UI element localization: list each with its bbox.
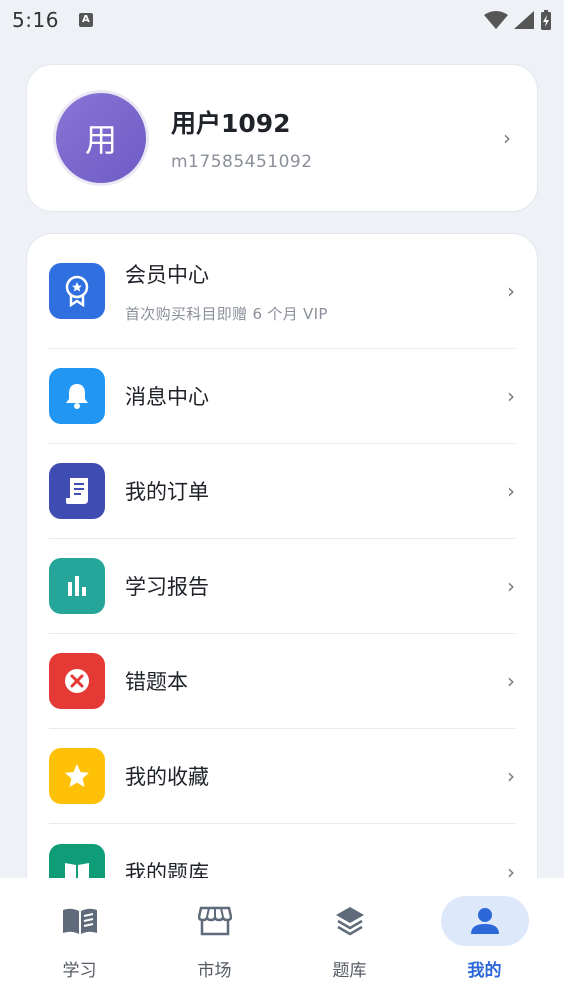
menu-card: 会员中心 首次购买科目即赠 6 个月 VIP › 消息中心 › 我的订单 › 学… [26, 233, 538, 913]
chevron-right-icon: › [507, 669, 515, 693]
nav-item-mine[interactable]: 我的 [435, 878, 535, 1004]
menu-label: 我的订单 [125, 480, 209, 504]
menu-item-messages[interactable]: 消息中心 › [49, 349, 515, 444]
battery-icon [541, 10, 551, 30]
layers-icon [335, 907, 364, 936]
menu-item-wrong-questions[interactable]: 错题本 › [49, 634, 515, 729]
menu-sublabel: 首次购买科目即赠 6 个月 VIP [125, 304, 328, 323]
menu-label: 我的收藏 [125, 765, 209, 789]
receipt-icon [49, 463, 105, 519]
status-time: 5:16 [12, 8, 59, 32]
store-icon [197, 906, 232, 936]
menu-item-study-report[interactable]: 学习报告 › [49, 539, 515, 634]
chevron-right-icon: › [507, 384, 515, 408]
award-icon [49, 263, 105, 319]
menu-label: 学习报告 [125, 575, 209, 599]
chevron-right-icon: › [507, 279, 515, 303]
chevron-right-icon: › [507, 574, 515, 598]
menu-label: 消息中心 [125, 385, 209, 409]
bottom-nav: 学习 市场 题库 我的 [0, 878, 564, 1004]
bell-icon [49, 368, 105, 424]
chevron-right-icon: › [503, 126, 511, 150]
user-account: m17585451092 [171, 152, 313, 172]
menu-label: 错题本 [125, 670, 188, 694]
book-open-icon [62, 908, 97, 934]
nav-item-question-bank[interactable]: 题库 [300, 878, 400, 1004]
menu-label: 会员中心 [125, 262, 209, 287]
menu-item-membership[interactable]: 会员中心 首次购买科目即赠 6 个月 VIP › [49, 234, 515, 349]
nav-label: 题库 [332, 961, 367, 981]
profile-card[interactable]: 用 用户1092 m17585451092 › [26, 64, 538, 212]
nav-item-study[interactable]: 学习 [30, 878, 130, 1004]
notification-a-icon: A [78, 13, 93, 27]
nav-item-market[interactable]: 市场 [165, 878, 265, 1004]
chevron-right-icon: › [507, 764, 515, 788]
menu-item-orders[interactable]: 我的订单 › [49, 444, 515, 539]
nav-label: 学习 [62, 961, 97, 981]
nav-label: 我的 [467, 961, 502, 981]
status-bar: 5:16 A [0, 0, 564, 40]
signal-icon [514, 11, 534, 29]
star-icon [49, 748, 105, 804]
bar-chart-icon [49, 558, 105, 614]
nav-label: 市场 [197, 961, 232, 981]
person-icon [470, 908, 499, 934]
wifi-icon [484, 11, 508, 29]
avatar: 用 [53, 90, 149, 186]
error-icon [49, 653, 105, 709]
user-name: 用户1092 [171, 109, 291, 138]
chevron-right-icon: › [507, 479, 515, 503]
avatar-char: 用 [84, 121, 117, 159]
menu-item-favorites[interactable]: 我的收藏 › [49, 729, 515, 824]
